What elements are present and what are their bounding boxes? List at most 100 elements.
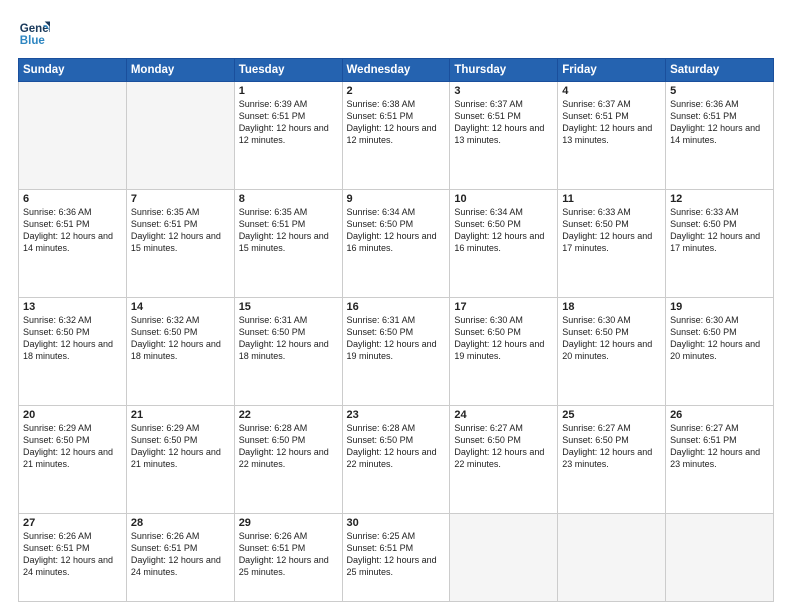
day-number: 26 (670, 409, 769, 421)
cell-info: Sunrise: 6:29 AMSunset: 6:50 PMDaylight:… (131, 422, 230, 471)
calendar-cell: 21Sunrise: 6:29 AMSunset: 6:50 PMDayligh… (126, 406, 234, 514)
day-number: 15 (239, 301, 338, 313)
cell-info: Sunrise: 6:34 AMSunset: 6:50 PMDaylight:… (347, 206, 446, 255)
calendar-cell: 13Sunrise: 6:32 AMSunset: 6:50 PMDayligh… (19, 298, 127, 406)
day-number: 1 (239, 85, 338, 97)
day-number: 12 (670, 193, 769, 205)
day-number: 13 (23, 301, 122, 313)
calendar-cell: 22Sunrise: 6:28 AMSunset: 6:50 PMDayligh… (234, 406, 342, 514)
day-number: 20 (23, 409, 122, 421)
calendar-cell: 17Sunrise: 6:30 AMSunset: 6:50 PMDayligh… (450, 298, 558, 406)
calendar-cell (558, 514, 666, 602)
cell-info: Sunrise: 6:34 AMSunset: 6:50 PMDaylight:… (454, 206, 553, 255)
svg-text:General: General (20, 23, 50, 35)
calendar-cell: 18Sunrise: 6:30 AMSunset: 6:50 PMDayligh… (558, 298, 666, 406)
calendar-cell: 12Sunrise: 6:33 AMSunset: 6:50 PMDayligh… (666, 190, 774, 298)
calendar-cell: 14Sunrise: 6:32 AMSunset: 6:50 PMDayligh… (126, 298, 234, 406)
day-number: 18 (562, 301, 661, 313)
page: General Blue SundayMondayTuesdayWednesda… (0, 0, 792, 612)
cell-info: Sunrise: 6:37 AMSunset: 6:51 PMDaylight:… (454, 98, 553, 147)
calendar-cell: 24Sunrise: 6:27 AMSunset: 6:50 PMDayligh… (450, 406, 558, 514)
calendar-cell: 30Sunrise: 6:25 AMSunset: 6:51 PMDayligh… (342, 514, 450, 602)
cell-info: Sunrise: 6:31 AMSunset: 6:50 PMDaylight:… (347, 314, 446, 363)
cell-info: Sunrise: 6:33 AMSunset: 6:50 PMDaylight:… (670, 206, 769, 255)
calendar-week-row: 13 Sunrise: 6:32 AMSunset: 6:50 PMDayligh… (19, 298, 774, 406)
calendar-cell: 5Sunrise: 6:36 AMSunset: 6:51 PMDaylight… (666, 82, 774, 190)
day-number: 11 (562, 193, 661, 205)
calendar-cell: 15Sunrise: 6:31 AMSunset: 6:50 PMDayligh… (234, 298, 342, 406)
day-number: 5 (670, 85, 769, 97)
calendar-cell: 7Sunrise: 6:35 AMSunset: 6:51 PMDaylight… (126, 190, 234, 298)
cell-info: Sunrise: 6:35 AMSunset: 6:51 PMDaylight:… (239, 206, 338, 255)
cell-info: Sunrise: 6:28 AMSunset: 6:50 PMDaylight:… (239, 422, 338, 471)
calendar-table: SundayMondayTuesdayWednesdayThursdayFrid… (18, 58, 774, 602)
calendar-cell: 8Sunrise: 6:35 AMSunset: 6:51 PMDaylight… (234, 190, 342, 298)
day-number: 30 (347, 517, 446, 529)
day-number: 25 (562, 409, 661, 421)
cell-info: Sunrise: 6:25 AMSunset: 6:51 PMDaylight:… (347, 530, 446, 579)
svg-text:Blue: Blue (20, 35, 46, 47)
day-number: 14 (131, 301, 230, 313)
cell-info: Sunrise: 6:36 AMSunset: 6:51 PMDaylight:… (23, 206, 122, 255)
calendar-week-row: 1Sunrise: 6:39 AMSunset: 6:51 PMDaylight… (19, 82, 774, 190)
day-number: 27 (23, 517, 122, 529)
cell-info: Sunrise: 6:30 AMSunset: 6:50 PMDaylight:… (670, 314, 769, 363)
cell-info: Sunrise: 6:32 AMSunset: 6:50 PMDaylight:… (131, 314, 230, 363)
cell-info: Sunrise: 6:31 AMSunset: 6:50 PMDaylight:… (239, 314, 338, 363)
calendar-cell: 25Sunrise: 6:27 AMSunset: 6:50 PMDayligh… (558, 406, 666, 514)
calendar-header-monday: Monday (126, 59, 234, 82)
cell-info: Sunrise: 6:37 AMSunset: 6:51 PMDaylight:… (562, 98, 661, 147)
calendar-cell: 3Sunrise: 6:37 AMSunset: 6:51 PMDaylight… (450, 82, 558, 190)
cell-info: Sunrise: 6:30 AMSunset: 6:50 PMDaylight:… (562, 314, 661, 363)
day-number: 9 (347, 193, 446, 205)
day-number: 2 (347, 85, 446, 97)
day-number: 8 (239, 193, 338, 205)
cell-info: Sunrise: 6:30 AMSunset: 6:50 PMDaylight:… (454, 314, 553, 363)
header: General Blue (18, 18, 774, 50)
day-number: 6 (23, 193, 122, 205)
day-number: 22 (239, 409, 338, 421)
day-number: 17 (454, 301, 553, 313)
calendar-cell: 27Sunrise: 6:26 AMSunset: 6:51 PMDayligh… (19, 514, 127, 602)
calendar-cell: 1Sunrise: 6:39 AMSunset: 6:51 PMDaylight… (234, 82, 342, 190)
cell-info: Sunrise: 6:39 AMSunset: 6:51 PMDaylight:… (239, 98, 338, 147)
day-number: 29 (239, 517, 338, 529)
cell-info: Sunrise: 6:33 AMSunset: 6:50 PMDaylight:… (562, 206, 661, 255)
day-number: 19 (670, 301, 769, 313)
calendar-cell (19, 82, 127, 190)
calendar-cell: 26Sunrise: 6:27 AMSunset: 6:51 PMDayligh… (666, 406, 774, 514)
calendar-cell: 20Sunrise: 6:29 AMSunset: 6:50 PMDayligh… (19, 406, 127, 514)
cell-info: Sunrise: 6:38 AMSunset: 6:51 PMDaylight:… (347, 98, 446, 147)
calendar-header-sunday: Sunday (19, 59, 127, 82)
calendar-cell (666, 514, 774, 602)
calendar-cell: 28Sunrise: 6:26 AMSunset: 6:51 PMDayligh… (126, 514, 234, 602)
logo: General Blue (18, 18, 54, 50)
general-blue-icon: General Blue (18, 18, 50, 50)
cell-info: Sunrise: 6:27 AMSunset: 6:50 PMDaylight:… (454, 422, 553, 471)
calendar-week-row: 20Sunrise: 6:29 AMSunset: 6:50 PMDayligh… (19, 406, 774, 514)
day-number: 23 (347, 409, 446, 421)
cell-info: Sunrise: 6:27 AMSunset: 6:51 PMDaylight:… (670, 422, 769, 471)
day-number: 10 (454, 193, 553, 205)
calendar-header-friday: Friday (558, 59, 666, 82)
calendar-cell: 23Sunrise: 6:28 AMSunset: 6:50 PMDayligh… (342, 406, 450, 514)
day-number: 21 (131, 409, 230, 421)
calendar-header-wednesday: Wednesday (342, 59, 450, 82)
calendar-header-row: SundayMondayTuesdayWednesdayThursdayFrid… (19, 59, 774, 82)
calendar-week-row: 6Sunrise: 6:36 AMSunset: 6:51 PMDaylight… (19, 190, 774, 298)
calendar-cell (126, 82, 234, 190)
calendar-week-row: 27 Sunrise: 6:26 AMSunset: 6:51 PMDayligh… (19, 514, 774, 602)
calendar-cell: 10Sunrise: 6:34 AMSunset: 6:50 PMDayligh… (450, 190, 558, 298)
calendar-cell: 2Sunrise: 6:38 AMSunset: 6:51 PMDaylight… (342, 82, 450, 190)
calendar-cell: 6Sunrise: 6:36 AMSunset: 6:51 PMDaylight… (19, 190, 127, 298)
day-number: 7 (131, 193, 230, 205)
calendar-header-saturday: Saturday (666, 59, 774, 82)
calendar-cell: 19Sunrise: 6:30 AMSunset: 6:50 PMDayligh… (666, 298, 774, 406)
cell-info: Sunrise: 6:36 AMSunset: 6:51 PMDaylight:… (670, 98, 769, 147)
calendar-header-thursday: Thursday (450, 59, 558, 82)
calendar-cell (450, 514, 558, 602)
calendar-cell: 11Sunrise: 6:33 AMSunset: 6:50 PMDayligh… (558, 190, 666, 298)
calendar-cell: 9Sunrise: 6:34 AMSunset: 6:50 PMDaylight… (342, 190, 450, 298)
cell-info: Sunrise: 6:29 AMSunset: 6:50 PMDaylight:… (23, 422, 122, 471)
cell-info: Sunrise: 6:26 AMSunset: 6:51 PMDaylight:… (239, 530, 338, 579)
